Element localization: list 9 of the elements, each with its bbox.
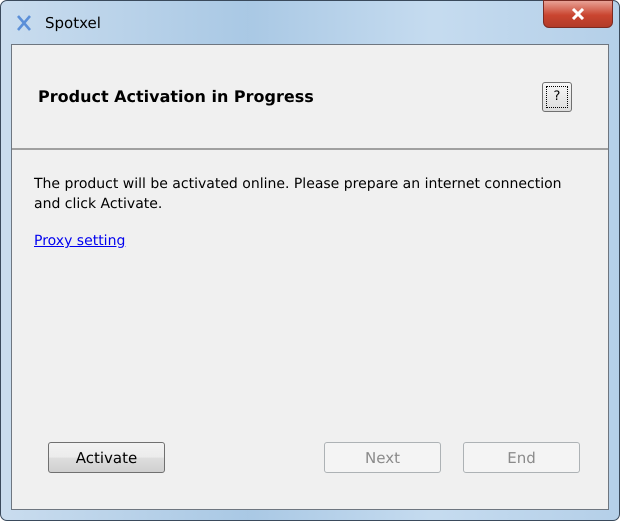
header-title: Product Activation in Progress: [38, 87, 314, 106]
close-icon: [571, 8, 585, 20]
message-text: The product will be activated online. Please prepare an internet connection and click Activate.: [34, 175, 563, 214]
dialog-button[interactable]: Activate: [48, 442, 165, 473]
proxy-setting-link[interactable]: Proxy setting: [34, 233, 126, 249]
app-logo-icon: [15, 14, 33, 32]
help-button[interactable]: ?: [542, 82, 572, 112]
window-title: Spotxel: [45, 14, 101, 32]
close-button[interactable]: [543, 0, 613, 28]
